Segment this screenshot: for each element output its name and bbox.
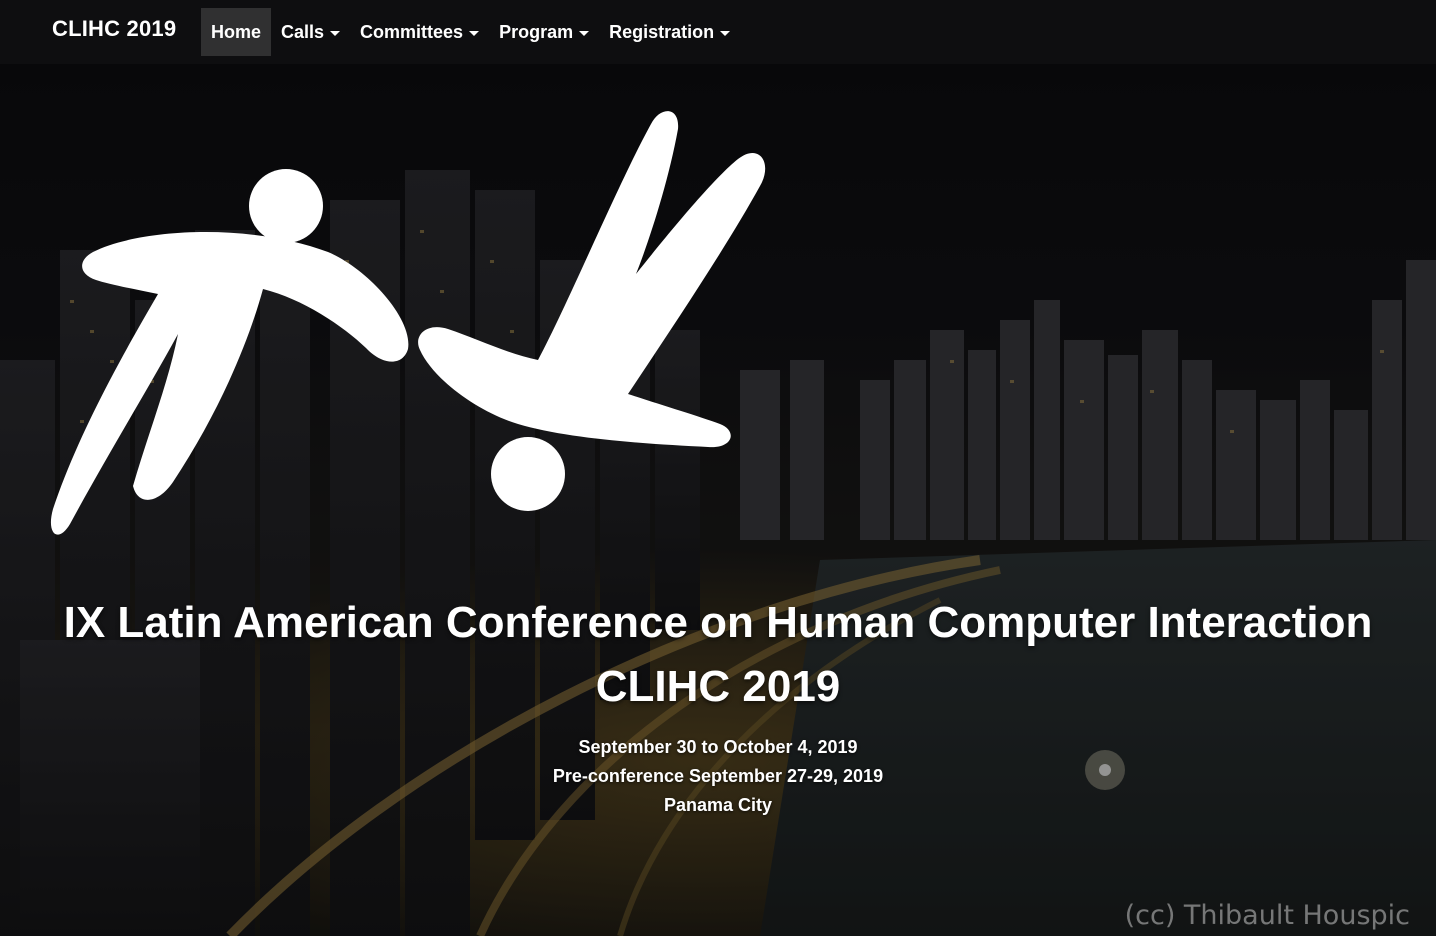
nav-item-committees[interactable]: Committees	[350, 8, 489, 56]
caret-down-icon	[720, 30, 731, 36]
nav-item-registration[interactable]: Registration	[599, 8, 740, 56]
conference-title: IX Latin American Conference on Human Co…	[63, 598, 1373, 647]
nav-item-label: Committees	[360, 21, 464, 42]
top-navbar: CLIHC 2019 Home Calls Committees Program…	[0, 0, 1436, 64]
caret-down-icon	[579, 30, 590, 36]
conference-location: Panama City	[663, 795, 773, 815]
caret-down-icon	[330, 30, 341, 36]
nav-item-label: Home	[211, 21, 262, 42]
photo-credit: (cc) Thibault Houspic	[1124, 900, 1410, 931]
brand-link[interactable]: CLIHC 2019	[52, 16, 176, 42]
nav-item-label: Program	[499, 21, 574, 42]
nav-item-calls[interactable]: Calls	[271, 8, 350, 56]
caret-down-icon	[469, 30, 480, 36]
nav-item-label: Calls	[281, 21, 325, 42]
nav-item-label: Registration	[609, 21, 715, 42]
nav-item-home[interactable]: Home	[201, 8, 272, 56]
preconference-dates: Pre-conference September 27-29, 2019	[552, 766, 884, 786]
conference-acronym: CLIHC 2019	[595, 662, 841, 711]
clihc-figures-logo-icon	[50, 111, 766, 535]
conference-dates: September 30 to October 4, 2019	[578, 737, 858, 757]
nav-menu: Home Calls Committees Program Registrati…	[201, 8, 740, 56]
nav-item-program[interactable]: Program	[489, 8, 599, 56]
